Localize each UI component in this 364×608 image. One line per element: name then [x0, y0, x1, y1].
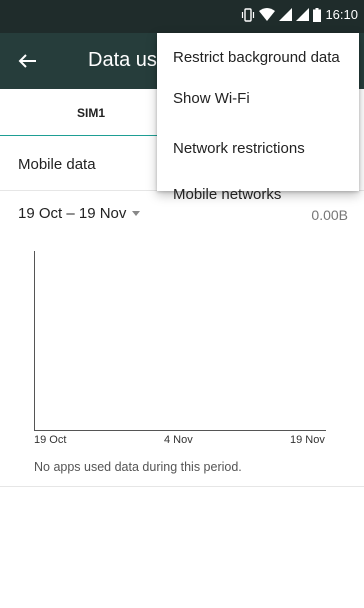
usage-chart	[34, 251, 326, 431]
cycle-dropdown[interactable]: 19 Oct – 19 Nov	[18, 205, 141, 222]
signal-icon	[296, 8, 310, 21]
status-icons: 16:10	[241, 7, 358, 22]
status-bar: 16:10	[0, 0, 364, 33]
menu-item-network-restrictions[interactable]: Network restrictions	[173, 140, 305, 157]
mobile-data-label: Mobile data	[18, 156, 96, 173]
tab-sim1-label: SIM1	[76, 105, 105, 120]
chart-tick-label: 19 Oct	[34, 434, 67, 446]
arrow-left-icon[interactable]	[14, 47, 42, 75]
usage-amount: 0.00B	[311, 207, 348, 223]
signal-icon	[279, 8, 293, 21]
menu-item-restrict-background-data[interactable]: Restrict background data	[173, 49, 340, 66]
overflow-menu: Restrict background data Show Wi-Fi Netw…	[157, 33, 359, 203]
no-data-message: No apps used data during this period.	[34, 460, 242, 474]
usage-chart-section: 19 Oct 4 Nov 19 Nov No apps used data du…	[0, 237, 364, 487]
tab-sim1[interactable]: SIM1	[0, 89, 182, 137]
wifi-icon	[259, 7, 276, 21]
chart-tick-label: 4 Nov	[164, 434, 193, 446]
chart-y-axis	[34, 251, 35, 431]
chart-tick-label: 19 Nov	[290, 434, 325, 446]
menu-item-show-wifi[interactable]: Show Wi-Fi	[173, 90, 250, 107]
menu-item-mobile-networks[interactable]: Mobile networks	[173, 186, 281, 203]
status-time: 16:10	[325, 7, 358, 22]
cycle-label: 19 Oct – 19 Nov	[18, 205, 127, 222]
vibrate-icon	[242, 7, 255, 22]
chart-x-axis	[34, 430, 326, 431]
chevron-down-icon	[132, 211, 141, 216]
battery-icon	[313, 7, 322, 22]
